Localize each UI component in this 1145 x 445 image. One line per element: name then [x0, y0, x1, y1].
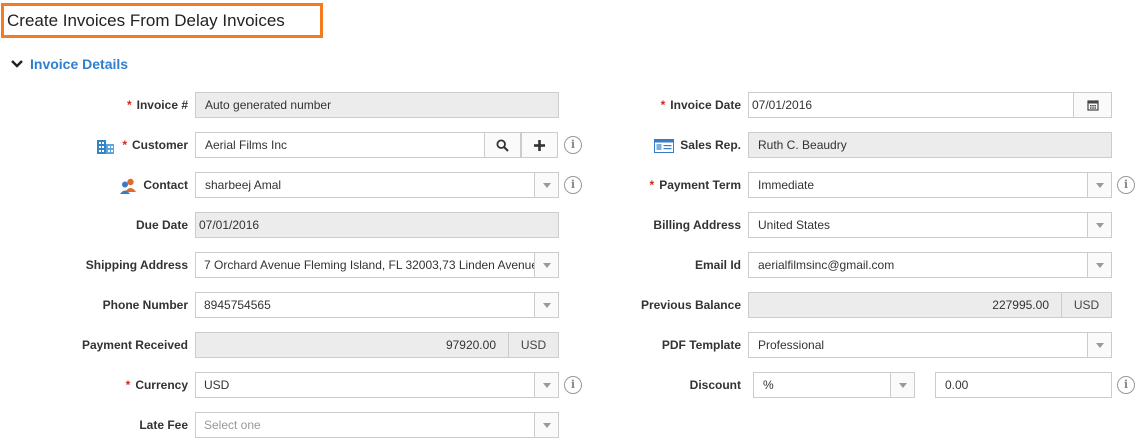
- pdf-template-dropdown-arrow[interactable]: [1087, 333, 1111, 357]
- id-card-icon: [654, 138, 675, 153]
- caret-down-icon: [542, 302, 551, 308]
- email-id-label: Email Id: [694, 258, 741, 272]
- add-customer-button[interactable]: [521, 132, 558, 158]
- sales-rep-label: Sales Rep.: [654, 132, 741, 158]
- discount-type-select[interactable]: %: [753, 372, 915, 398]
- shipping-address-select[interactable]: 7 Orchard Avenue Fleming Island, FL 3200…: [195, 252, 559, 278]
- contact-select[interactable]: sharbeej Amal: [195, 172, 559, 198]
- calendar-button[interactable]: [1073, 93, 1111, 117]
- phone-number-label: Phone Number: [102, 298, 188, 312]
- caret-down-icon: [1095, 222, 1104, 228]
- currency-info-icon[interactable]: i: [564, 376, 582, 394]
- customer-info-icon[interactable]: i: [564, 136, 582, 154]
- row-contact: Contact sharbeej Amal i * Payment Term Im…: [0, 172, 1145, 198]
- late-fee-label: Late Fee: [139, 418, 188, 432]
- currency-label: * Currency: [125, 378, 188, 392]
- row-phone-number: Phone Number 8945754565 Previous Balance…: [0, 292, 1145, 318]
- due-date-label: Due Date: [135, 218, 188, 232]
- required-marker: *: [649, 178, 655, 192]
- phone-number-dropdown-arrow[interactable]: [534, 293, 558, 317]
- invoice-details-toggle[interactable]: Invoice Details: [10, 55, 128, 73]
- discount-type-dropdown-arrow[interactable]: [890, 373, 914, 397]
- late-fee-select[interactable]: Select one: [195, 412, 559, 438]
- previous-balance-field: 227995.00 USD: [748, 292, 1112, 318]
- required-marker: *: [126, 98, 132, 112]
- contact-label: Contact: [119, 172, 188, 198]
- due-date-field: 07/01/2016: [195, 212, 559, 238]
- currency-dropdown-arrow[interactable]: [534, 373, 558, 397]
- payment-received-field: 97920.00 USD: [195, 332, 559, 358]
- row-late-fee: Late Fee Select one: [0, 412, 1145, 438]
- caret-down-icon: [542, 422, 551, 428]
- billing-address-select[interactable]: United States: [748, 212, 1112, 238]
- row-customer: * Customer Aerial Films Inc i Sales Rep. …: [0, 132, 1145, 158]
- search-icon: [496, 138, 509, 152]
- email-id-dropdown-arrow[interactable]: [1087, 253, 1111, 277]
- invoice-date-label: * Invoice Date: [660, 98, 741, 112]
- pdf-template-label: PDF Template: [661, 338, 741, 352]
- discount-info-icon[interactable]: i: [1117, 376, 1135, 394]
- caret-down-icon: [1095, 342, 1104, 348]
- currency-select[interactable]: USD: [195, 372, 559, 398]
- discount-label: Discount: [689, 378, 741, 392]
- calendar-icon: [1086, 100, 1099, 111]
- customer-label: * Customer: [96, 132, 188, 158]
- row-invoice-no: * Invoice # Auto generated number * Invoic…: [0, 92, 1145, 118]
- shipping-address-label: Shipping Address: [85, 258, 188, 272]
- required-marker: *: [122, 138, 127, 152]
- required-marker: *: [125, 378, 131, 392]
- invoice-no-field: Auto generated number: [195, 92, 559, 118]
- billing-address-dropdown-arrow[interactable]: [1087, 213, 1111, 237]
- caret-down-icon: [1095, 182, 1104, 188]
- caret-down-icon: [1095, 262, 1104, 268]
- sales-rep-field: Ruth C. Beaudry: [748, 132, 1112, 158]
- customer-input[interactable]: Aerial Films Inc: [195, 132, 485, 158]
- contacts-icon: [120, 178, 137, 194]
- plus-icon: [534, 139, 545, 151]
- caret-down-icon: [542, 262, 551, 268]
- contact-dropdown-arrow[interactable]: [534, 173, 558, 197]
- chevron-down-icon: [11, 60, 23, 68]
- payment-term-info-icon[interactable]: i: [1117, 176, 1135, 194]
- building-icon: [97, 139, 115, 154]
- phone-number-select[interactable]: 8945754565: [195, 292, 559, 318]
- payment-term-select[interactable]: Immediate: [748, 172, 1112, 198]
- previous-balance-label: Previous Balance: [640, 298, 741, 312]
- late-fee-dropdown-arrow[interactable]: [534, 413, 558, 437]
- required-marker: *: [660, 98, 666, 112]
- pdf-template-select[interactable]: Professional: [748, 332, 1112, 358]
- row-due-date: Due Date 07/01/2016 Billing Address Unit…: [0, 212, 1145, 238]
- caret-down-icon: [542, 182, 551, 188]
- page-title-text: Create Invoices From Delay Invoices: [7, 11, 285, 30]
- customer-search-button[interactable]: [484, 132, 521, 158]
- invoice-date-input[interactable]: 07/01/2016: [748, 92, 1112, 118]
- email-id-select[interactable]: aerialfilmsinc@gmail.com: [748, 252, 1112, 278]
- caret-down-icon: [542, 382, 551, 388]
- payment-term-dropdown-arrow[interactable]: [1087, 173, 1111, 197]
- previous-balance-currency: USD: [1061, 293, 1111, 317]
- billing-address-label: Billing Address: [653, 218, 741, 232]
- contact-info-icon[interactable]: i: [564, 176, 582, 194]
- discount-value-input[interactable]: 0.00: [935, 372, 1112, 398]
- row-payment-received: Payment Received 97920.00 USD PDF Templa…: [0, 332, 1145, 358]
- section-title: Invoice Details: [30, 56, 129, 72]
- caret-down-icon: [898, 382, 907, 388]
- payment-term-label: * Payment Term: [649, 178, 741, 192]
- row-shipping-address: Shipping Address 7 Orchard Avenue Flemin…: [0, 252, 1145, 278]
- row-currency: * Currency USD i Discount % 0.00 i: [0, 372, 1145, 398]
- payment-received-currency: USD: [508, 333, 558, 357]
- page-title: Create Invoices From Delay Invoices: [1, 3, 323, 38]
- late-fee-placeholder: Select one: [204, 418, 261, 432]
- payment-received-label: Payment Received: [81, 338, 188, 352]
- shipping-address-dropdown-arrow[interactable]: [534, 253, 558, 277]
- invoice-no-label: * Invoice #: [126, 98, 188, 112]
